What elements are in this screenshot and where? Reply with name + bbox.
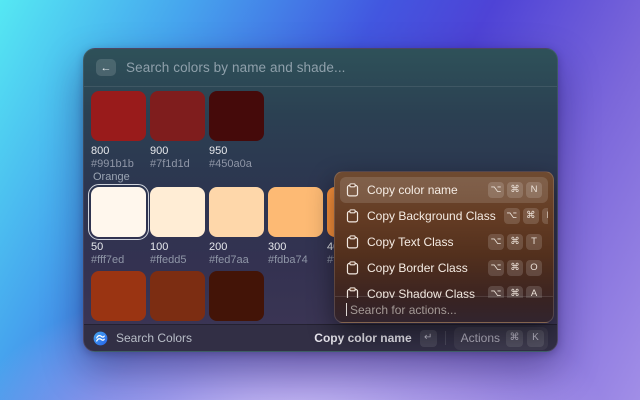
swatch-hex: #450a0a: [209, 158, 264, 170]
color-swatch[interactable]: [150, 187, 205, 237]
swatch-name: 300: [268, 241, 323, 253]
actions-button[interactable]: Actions ⌘ K: [454, 327, 548, 350]
swatch-name: 900: [150, 145, 205, 157]
color-swatch-cell[interactable]: [150, 271, 205, 321]
letter-key: O: [526, 260, 542, 276]
color-swatch[interactable]: [91, 91, 146, 141]
app-name: Search Colors: [116, 331, 192, 345]
section-label-orange: Orange: [93, 171, 130, 183]
clipboard-icon: [346, 235, 359, 249]
shortcut-keys: ⌥ ⌘ B: [504, 208, 548, 224]
swatch-hex: #991b1b: [91, 158, 146, 170]
menu-item-copy-color-name[interactable]: Copy color name ⌥ ⌘ N: [340, 177, 548, 203]
menu-item-label: Copy color name: [367, 183, 480, 197]
clipboard-icon: [346, 209, 359, 223]
option-key-icon: ⌥: [488, 234, 504, 250]
letter-key: B: [542, 208, 548, 224]
footer-bar: Search Colors Copy color name ↵ Actions …: [84, 324, 557, 351]
command-key-icon: ⌘: [507, 260, 523, 276]
swatch-name: 200: [209, 241, 264, 253]
command-key-icon: ⌘: [507, 234, 523, 250]
swatch-name: 50: [91, 241, 146, 253]
actions-search-placeholder: Search for actions...: [350, 303, 457, 317]
color-swatch-selected[interactable]: [91, 187, 146, 237]
back-arrow-icon: ←: [101, 62, 112, 74]
swatch-hex: #fff7ed: [91, 254, 146, 266]
color-swatch[interactable]: [209, 91, 264, 141]
swatch-name: 950: [209, 145, 264, 157]
color-swatch-cell[interactable]: 100 #ffedd5: [150, 187, 205, 266]
back-button[interactable]: ←: [96, 59, 116, 76]
swatch-name: 800: [91, 145, 146, 157]
search-colors-window: ← Search colors by name and shade... 800…: [83, 48, 558, 352]
color-swatch[interactable]: [268, 187, 323, 237]
search-input[interactable]: Search colors by name and shade...: [126, 60, 545, 75]
actions-search-field[interactable]: Search for actions...: [335, 296, 553, 322]
k-key: K: [527, 330, 544, 347]
shortcut-keys: ⌥ ⌘ O: [488, 260, 542, 276]
color-swatch-cell[interactable]: 800 #991b1b: [91, 91, 146, 170]
actions-button-label: Actions: [461, 331, 500, 345]
search-bar: ← Search colors by name and shade...: [84, 49, 557, 87]
swatch-hex: #fdba74: [268, 254, 323, 266]
shortcut-keys: ⌥ ⌘ N: [488, 182, 542, 198]
footer-divider: [445, 331, 446, 345]
color-swatch[interactable]: [150, 271, 205, 321]
menu-item-copy-background-class[interactable]: Copy Background Class ⌥ ⌘ B: [340, 203, 548, 229]
color-swatch-cell[interactable]: 300 #fdba74: [268, 187, 323, 266]
menu-item-label: Copy Border Class: [367, 261, 480, 275]
color-swatch[interactable]: [209, 187, 264, 237]
menu-item-copy-border-class[interactable]: Copy Border Class ⌥ ⌘ O: [340, 255, 548, 281]
color-swatch-cell[interactable]: [91, 271, 146, 321]
color-swatch[interactable]: [150, 91, 205, 141]
letter-key: N: [526, 182, 542, 198]
command-key-icon: ⌘: [506, 330, 523, 347]
return-key-icon: ↵: [420, 330, 437, 347]
command-key-icon: ⌘: [523, 208, 539, 224]
swatch-hex: #ffedd5: [150, 254, 205, 266]
letter-key: T: [526, 234, 542, 250]
color-swatch[interactable]: [209, 271, 264, 321]
color-swatch-cell[interactable]: 200 #fed7aa: [209, 187, 264, 266]
palette-row-red: 800 #991b1b 900 #7f1d1d 950 #450a0a: [91, 91, 264, 170]
color-swatch-cell[interactable]: [209, 271, 264, 321]
option-key-icon: ⌥: [504, 208, 520, 224]
menu-item-label: Copy Background Class: [367, 209, 496, 223]
action-menu: Copy color name ⌥ ⌘ N Copy Background Cl…: [334, 171, 554, 323]
primary-action-label[interactable]: Copy color name: [314, 331, 411, 345]
text-cursor: [346, 303, 347, 316]
color-swatch-cell[interactable]: 900 #7f1d1d: [150, 91, 205, 170]
shortcut-keys: ⌥ ⌘ T: [488, 234, 542, 250]
action-menu-list: Copy color name ⌥ ⌘ N Copy Background Cl…: [340, 177, 548, 298]
option-key-icon: ⌥: [488, 260, 504, 276]
color-swatch-cell[interactable]: 50 #fff7ed: [91, 187, 146, 266]
swatch-name: 100: [150, 241, 205, 253]
swatch-hex: #fed7aa: [209, 254, 264, 266]
palette-row-orange-dark: [91, 271, 264, 321]
clipboard-icon: [346, 261, 359, 275]
swatch-hex: #7f1d1d: [150, 158, 205, 170]
clipboard-icon: [346, 183, 359, 197]
extension-icon: [93, 331, 108, 346]
menu-item-label: Copy Text Class: [367, 235, 480, 249]
color-swatch-cell[interactable]: 950 #450a0a: [209, 91, 264, 170]
menu-item-copy-text-class[interactable]: Copy Text Class ⌥ ⌘ T: [340, 229, 548, 255]
color-swatch[interactable]: [91, 271, 146, 321]
command-key-icon: ⌘: [507, 182, 523, 198]
option-key-icon: ⌥: [488, 182, 504, 198]
